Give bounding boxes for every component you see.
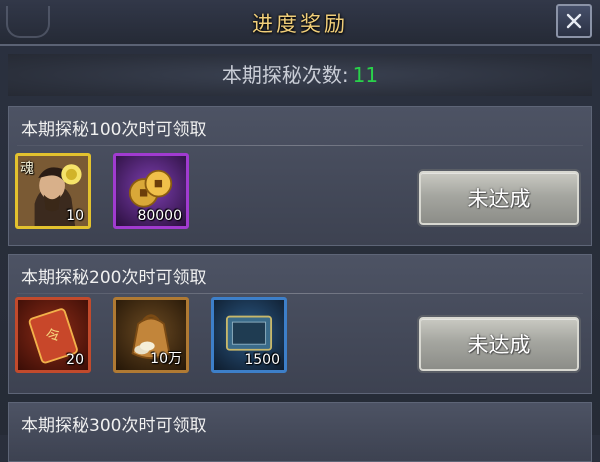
reward-quantity: 80000 <box>137 208 182 224</box>
exploration-count-label: 本期探秘次数: <box>221 63 349 87</box>
soul-tag: 魂 <box>20 161 34 177</box>
claim-button-200[interactable]: 未达成 <box>419 317 579 371</box>
milestone-card-200: 本期探秘200次时可领取 令 20 10万 1500 未达成 <box>8 254 592 394</box>
dialog-title-bar: 进度奖励 <box>0 0 600 46</box>
claim-button-100[interactable]: 未达成 <box>419 171 579 225</box>
card-divider <box>17 293 583 294</box>
reward-item-coins[interactable]: 80000 <box>113 153 189 229</box>
reward-quantity: 1500 <box>244 352 280 368</box>
milestone-heading: 本期探秘100次时可领取 <box>21 120 207 140</box>
exploration-count-value: 11 <box>352 63 379 87</box>
reward-quantity: 10万 <box>150 351 182 367</box>
card-divider <box>17 145 583 146</box>
milestone-heading: 本期探秘300次时可领取 <box>21 416 207 436</box>
close-icon <box>566 13 582 29</box>
exploration-count-bar: 本期探秘次数: 11 <box>8 54 592 96</box>
milestone-card-100: 本期探秘100次时可领取 魂 10 80000 未达成 <box>8 106 592 246</box>
reward-item-hero-soul[interactable]: 魂 10 <box>15 153 91 229</box>
reward-item-experience-book[interactable]: 1500 <box>211 297 287 373</box>
dialog-title: 进度奖励 <box>252 12 348 36</box>
close-button[interactable] <box>556 4 592 38</box>
reward-item-command-token[interactable]: 令 20 <box>15 297 91 373</box>
milestone-card-300: 本期探秘300次时可领取 <box>8 402 592 462</box>
reward-quantity: 20 <box>66 352 84 368</box>
progress-reward-dialog: 进度奖励 本期探秘次数: 11 本期探秘100次时可领取 魂 10 80000 … <box>0 0 600 462</box>
reward-item-money-bag[interactable]: 10万 <box>113 297 189 373</box>
reward-quantity: 10 <box>66 208 84 224</box>
milestone-heading: 本期探秘200次时可领取 <box>21 268 207 288</box>
